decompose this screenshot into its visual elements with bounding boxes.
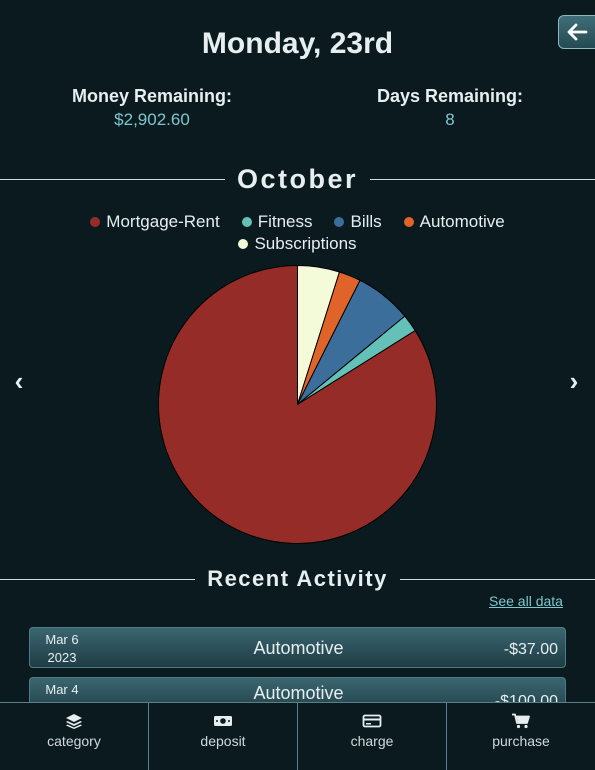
legend-swatch	[90, 217, 101, 227]
legend-label: Bills	[350, 212, 382, 231]
spending-pie-chart	[158, 264, 437, 544]
month-header: October	[0, 163, 595, 194]
legend-swatch	[238, 239, 249, 249]
activity-category: Automotive	[253, 683, 344, 703]
legend-swatch	[403, 217, 414, 227]
divider-left	[0, 578, 196, 580]
activity-amount: -$37.00	[503, 641, 558, 658]
legend-label: Automotive	[419, 212, 505, 231]
money-remaining-label: Money Remaining:	[71, 86, 232, 106]
page-title: Monday, 23rd	[201, 27, 394, 60]
credit-card-icon	[362, 712, 382, 730]
activity-item[interactable]: Mar 6 2023 Automotive -$37.00	[29, 627, 566, 668]
money-remaining-value: $2,902.60	[114, 110, 190, 129]
money-remaining-stat: Money Remaining: $2,902.60	[42, 86, 262, 130]
divider-right	[399, 578, 595, 580]
tab-deposit[interactable]: deposit	[149, 703, 298, 770]
legend-item[interactable]: Subscriptions	[238, 234, 357, 254]
recent-activity-header: Recent Activity	[0, 565, 595, 593]
legend-item[interactable]: Automotive	[403, 212, 505, 232]
legend-label: Fitness	[257, 212, 313, 231]
legend-label: Subscriptions	[254, 234, 357, 253]
days-remaining-stat: Days Remaining: 8	[340, 86, 560, 130]
month-title: October	[236, 163, 359, 194]
days-remaining-label: Days Remaining:	[376, 86, 524, 106]
legend-item[interactable]: Fitness	[241, 212, 313, 232]
layers-icon	[64, 712, 84, 730]
recent-activity-title: Recent Activity	[207, 566, 388, 591]
tab-label: charge	[350, 733, 394, 749]
activity-category: Automotive	[253, 638, 344, 658]
chart-legend: Mortgage-Rent Fitness Bills Automotive Subsc…	[30, 212, 565, 254]
divider-left	[0, 178, 225, 180]
tab-category[interactable]: category	[0, 703, 149, 770]
legend-swatch	[241, 217, 252, 227]
legend-item[interactable]: Bills	[334, 212, 382, 232]
tab-charge[interactable]: charge	[298, 703, 447, 770]
next-month-button[interactable]: ›	[564, 366, 584, 397]
tab-label: purchase	[492, 733, 550, 749]
shopping-cart-icon	[511, 712, 531, 730]
days-remaining-value: 8	[445, 110, 455, 129]
legend-label: Mortgage-Rent	[106, 212, 220, 231]
tab-purchase[interactable]: purchase	[447, 703, 595, 770]
divider-right	[370, 178, 595, 180]
money-bill-icon	[213, 712, 233, 730]
tab-label: category	[47, 733, 101, 749]
legend-item[interactable]: Mortgage-Rent	[90, 212, 220, 232]
see-all-data-link[interactable]: See all data	[489, 593, 563, 609]
tab-label: deposit	[200, 733, 246, 749]
bottom-nav: category deposit charge purchase	[0, 702, 595, 770]
legend-swatch	[334, 217, 345, 227]
prev-month-button[interactable]: ‹	[9, 366, 29, 397]
